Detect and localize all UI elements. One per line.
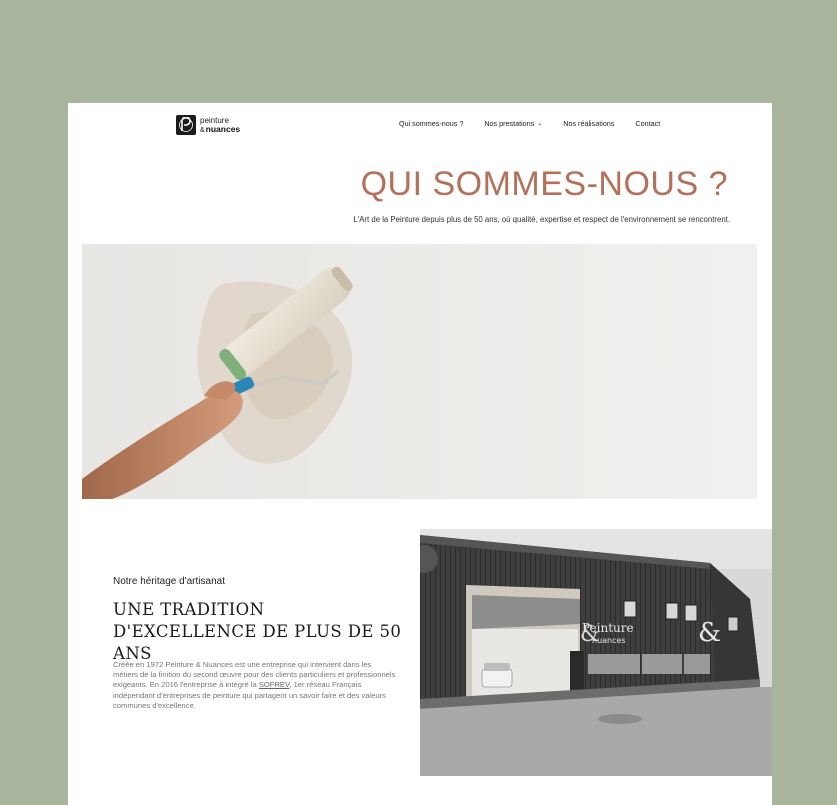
page-title: QUI SOMMES-NOUS ? <box>360 165 728 203</box>
nav-item-prestations[interactable]: Nos prestations ⌄ <box>484 119 542 128</box>
nav-label: Nos réalisations <box>563 119 615 128</box>
nav-item-qui-sommes-nous[interactable]: Qui sommes-nous ? <box>399 119 463 128</box>
page-subtitle: L'Art de la Peinture depuis plus de 50 a… <box>353 215 730 224</box>
nav-label: Qui sommes-nous ? <box>399 119 464 128</box>
nav-item-realisations[interactable]: Nos réalisations <box>563 119 614 128</box>
logo-line2: &nuances <box>200 123 241 135</box>
main-nav: Qui sommes-nous ? Nos prestations ⌄ Nos r… <box>399 119 681 128</box>
nav-label: Contact <box>635 119 661 128</box>
section-kicker: Notre héritage d'artisanat <box>113 576 225 587</box>
hero-image-paint-roller <box>82 244 757 499</box>
section-body: Créée en 1972 Peinture & Nuances est une… <box>113 660 398 711</box>
chevron-down-icon: ⌄ <box>537 121 543 127</box>
logo[interactable]: peinture &nuances <box>176 115 240 135</box>
company-building-photo: Peinture nuances & & <box>420 529 772 776</box>
nav-item-contact[interactable]: Contact <box>635 119 660 128</box>
building-ampersand-logo: & <box>698 618 721 648</box>
nav-label: Nos prestations <box>484 119 535 128</box>
logo-ampersand: & <box>200 126 205 134</box>
building-sign-ampersand: & <box>580 622 600 647</box>
page: peinture &nuances Qui sommes-nous ? Nos … <box>68 103 772 805</box>
section-title: UNE TRADITION D'EXCELLENCE DE PLUS DE 50… <box>113 600 402 663</box>
logo-nuances: nuances <box>205 123 241 134</box>
sofrev-link[interactable]: SOFREV <box>259 680 290 689</box>
logo-p-icon <box>176 115 196 135</box>
